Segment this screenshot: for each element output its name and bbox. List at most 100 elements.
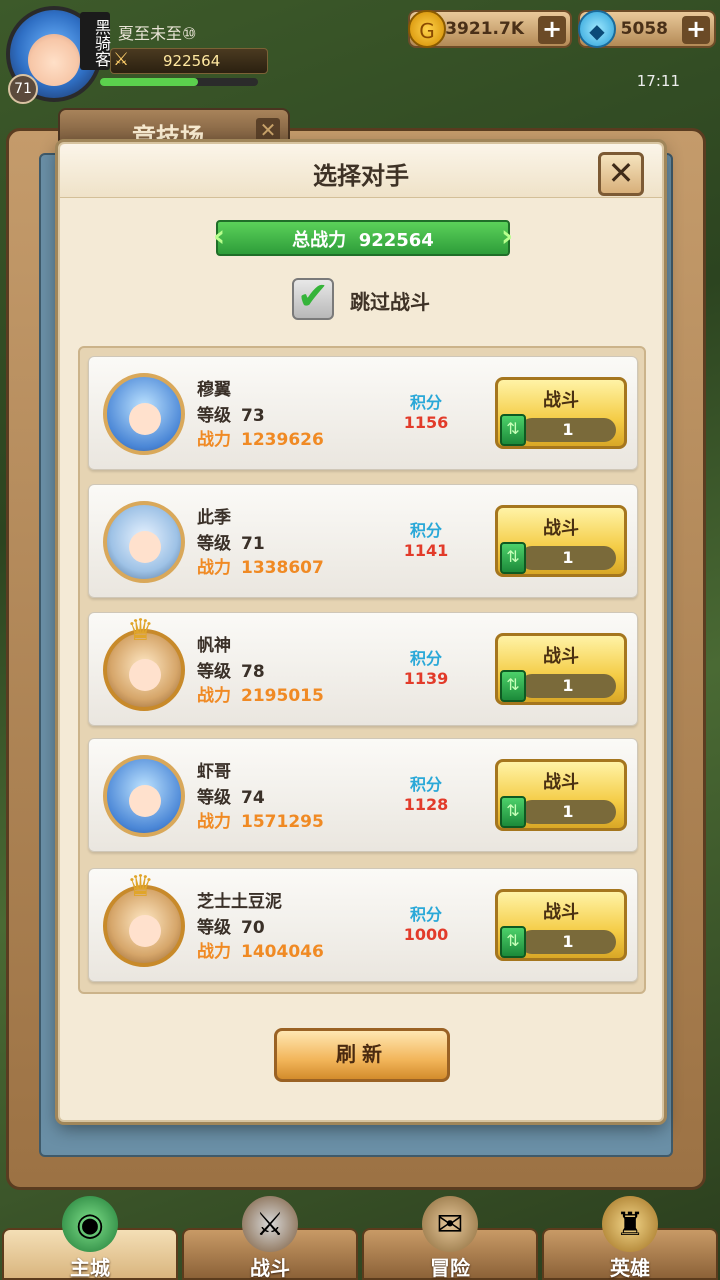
- player-title-badge: 黑骑客: [80, 12, 111, 70]
- level-value: 71: [241, 534, 265, 554]
- level-value: 70: [241, 918, 265, 938]
- power-label: 战力: [197, 686, 231, 706]
- power-value: 1239626: [241, 430, 324, 450]
- nav-item[interactable]: ⚔ 战斗: [182, 1196, 358, 1280]
- opponent-avatar[interactable]: [103, 755, 185, 837]
- opponent-list: 穆翼 等级 73 战力 1239626 积分 1156 战斗 1 ⇅ 此季 等级 71 战力 1338607…: [78, 346, 646, 994]
- score-label: 积分: [409, 905, 442, 924]
- fight-button[interactable]: 战斗 1 ⇅: [495, 633, 627, 705]
- score-value: 1139: [403, 669, 449, 688]
- hero-shield-icon: ♜: [602, 1196, 658, 1252]
- opponent-power: 战力 1239626: [197, 425, 324, 450]
- opponent-name: 芝士土豆泥: [197, 892, 282, 912]
- opponent-level: 等级 70: [197, 913, 265, 938]
- opponent-power: 战力 1571295: [197, 807, 324, 832]
- opponent-level: 等级 78: [197, 657, 265, 682]
- opponent-name: 虾哥: [197, 762, 231, 782]
- nav-label: 战斗: [250, 1256, 290, 1280]
- opponent-row: 穆翼 等级 73 战力 1239626 积分 1156 战斗 1 ⇅: [88, 356, 638, 470]
- dialog-header: 选择对手 ✕: [60, 144, 662, 198]
- opponent-name: 帆神: [197, 636, 231, 656]
- fight-cost: 1: [520, 418, 616, 442]
- city-orb-icon: ◉: [62, 1196, 118, 1252]
- opponent-row: 虾哥 等级 74 战力 1571295 积分 1128 战斗 1 ⇅: [88, 738, 638, 852]
- level-label: 等级: [197, 788, 231, 808]
- total-power-label: 总战力: [292, 230, 347, 251]
- nav-item[interactable]: ◉ 主城: [2, 1196, 178, 1280]
- nav-label: 冒险: [430, 1256, 470, 1280]
- player-level-badge: 71: [8, 74, 38, 104]
- diamond-icon: ◆: [578, 10, 616, 48]
- score-value: 1000: [403, 925, 449, 944]
- fight-button[interactable]: 战斗 1 ⇅: [495, 505, 627, 577]
- map-scroll-icon: ✉: [422, 1196, 478, 1252]
- opponent-power: 战力 2195015: [197, 681, 324, 706]
- close-button[interactable]: ✕: [598, 152, 644, 196]
- crown-icon: ♛: [127, 869, 154, 904]
- fight-button[interactable]: 战斗 1 ⇅: [495, 377, 627, 449]
- opponent-avatar[interactable]: [103, 501, 185, 583]
- avatar-face: [129, 403, 161, 435]
- avatar-face: [129, 785, 161, 817]
- gold-coin-icon: G: [408, 10, 446, 48]
- ticket-icon: ⇅: [500, 542, 526, 574]
- total-power-ribbon: ‹ › 总战力 922564: [204, 220, 522, 256]
- avatar-face: [129, 915, 161, 947]
- checkmark-icon: ✔: [297, 274, 329, 318]
- arena-close-icon[interactable]: ✕: [256, 118, 280, 142]
- opponent-power: 战力 1404046: [197, 937, 324, 962]
- crossed-swords-icon: ⚔: [242, 1196, 298, 1252]
- fight-label: 战斗: [543, 518, 579, 539]
- level-label: 等级: [197, 662, 231, 682]
- gem-currency: ◆ 5058 +: [578, 10, 716, 48]
- level-label: 等级: [197, 534, 231, 554]
- nav-label: 英雄: [610, 1256, 650, 1280]
- power-label: 战力: [197, 942, 231, 962]
- select-opponent-dialog: 选择对手 ✕ ‹ › 总战力 922564 ✔ 跳过战斗 穆翼 等级 73 战力 123…: [58, 142, 664, 1122]
- ticket-icon: ⇅: [500, 414, 526, 446]
- power-label: 战力: [197, 430, 231, 450]
- level-label: 等级: [197, 918, 231, 938]
- fight-label: 战斗: [543, 772, 579, 793]
- opponent-avatar[interactable]: [103, 373, 185, 455]
- clock: 17:11: [636, 72, 680, 90]
- crown-icon: ♛: [127, 613, 154, 648]
- ticket-icon: ⇅: [500, 796, 526, 828]
- score-label: 积分: [409, 393, 442, 412]
- score-label: 积分: [409, 649, 442, 668]
- total-power-text: 总战力 922564: [204, 226, 522, 252]
- fight-cost: 1: [520, 930, 616, 954]
- opponent-level: 等级 74: [197, 783, 265, 808]
- level-value: 78: [241, 662, 265, 682]
- avatar-face: [129, 531, 161, 563]
- fight-label: 战斗: [543, 902, 579, 923]
- crossed-swords-icon: ⚔: [113, 49, 130, 70]
- opponent-power: 战力 1338607: [197, 553, 324, 578]
- ticket-icon: ⇅: [500, 926, 526, 958]
- fight-button[interactable]: 战斗 1 ⇅: [495, 759, 627, 831]
- avatar-face: [129, 659, 161, 691]
- avatar-face: [28, 34, 80, 86]
- opponent-row: ♛ 帆神等级 78 战力 2195015 积分 1139 战斗 1 ⇅: [88, 612, 638, 726]
- opponent-avatar[interactable]: ♛: [103, 613, 185, 711]
- opponent-row: 此季 等级 71 战力 1338607 积分 1141 战斗 1 ⇅: [88, 484, 638, 598]
- nav-label: 主城: [70, 1256, 110, 1280]
- add-gold-button[interactable]: +: [538, 16, 566, 44]
- opponent-name: 此季: [197, 508, 231, 528]
- skip-battle-checkbox[interactable]: ✔: [292, 274, 334, 320]
- power-label: 战力: [197, 812, 231, 832]
- score-label: 积分: [409, 521, 442, 540]
- fight-button[interactable]: 战斗 1 ⇅: [495, 889, 627, 961]
- total-power-value: 922564: [358, 230, 434, 251]
- fight-cost: 1: [520, 800, 616, 824]
- nav-item[interactable]: ♜ 英雄: [542, 1196, 718, 1280]
- score-label: 积分: [409, 775, 442, 794]
- add-gem-button[interactable]: +: [682, 16, 710, 44]
- opponent-avatar[interactable]: ♛: [103, 869, 185, 967]
- nav-item[interactable]: ✉ 冒险: [362, 1196, 538, 1280]
- ticket-icon: ⇅: [500, 670, 526, 702]
- fight-label: 战斗: [543, 646, 579, 667]
- refresh-button[interactable]: 刷新: [274, 1028, 450, 1082]
- gem-amount: 5058: [620, 19, 668, 39]
- fight-label: 战斗: [543, 390, 579, 411]
